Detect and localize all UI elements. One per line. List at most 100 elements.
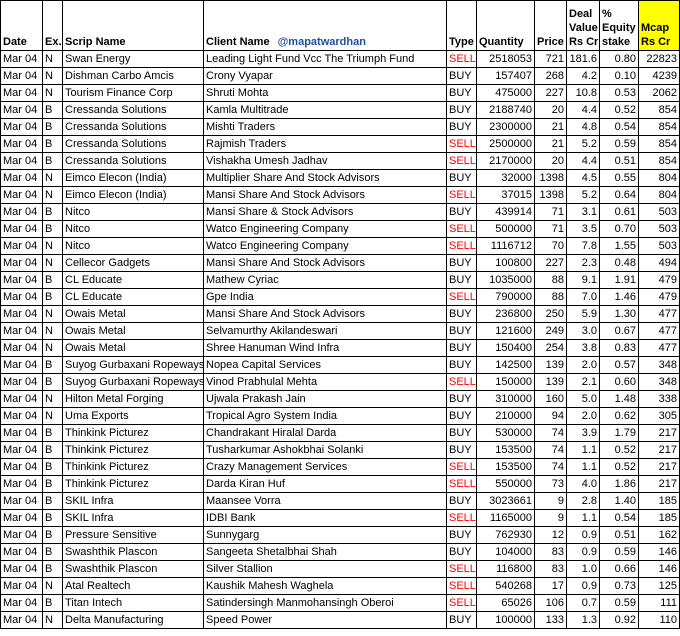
cell-equity-stake: 1.40 — [599, 492, 639, 510]
cell-client-name: Silver Stallion — [203, 560, 447, 578]
cell-price: 227 — [534, 254, 567, 272]
cell-mcap: 125 — [638, 577, 680, 595]
cell-exchange: B — [42, 492, 63, 510]
table-row: Mar 04 B Titan Intech Satindersingh Manmoha… — [0, 594, 680, 612]
table-row: Mar 04 N Delta Manufacturing Speed Power BUY… — [0, 611, 680, 629]
cell-client-name: Selvamurthy Akilandeswari — [203, 322, 447, 340]
cell-deal-value: 3.0 — [566, 322, 600, 340]
cell-type: SELL — [446, 186, 477, 204]
cell-client-name: Vishakha Umesh Jadhav — [203, 152, 447, 170]
cell-scrip-name: Atal Realtech — [62, 577, 204, 595]
cell-exchange: N — [42, 254, 63, 272]
cell-exchange: N — [42, 322, 63, 340]
header-equity-stake-line1: % — [602, 8, 612, 20]
cell-quantity: 2170000 — [476, 152, 535, 170]
cell-scrip-name: Cellecor Gadgets — [62, 254, 204, 272]
cell-scrip-name: CL Educate — [62, 271, 204, 289]
cell-deal-value: 1.3 — [566, 611, 600, 629]
cell-deal-value: 1.1 — [566, 441, 600, 459]
table-row: Mar 04 B Thinkink Picturez Tusharkumar Asho… — [0, 441, 680, 459]
cell-price: 21 — [534, 135, 567, 153]
cell-type: BUY — [446, 407, 477, 425]
cell-scrip-name: Eimco Elecon (India) — [62, 186, 204, 204]
cell-date: Mar 04 — [0, 152, 43, 170]
table-row: Mar 04 B Nitco Mansi Share & Stock Advisors… — [0, 203, 680, 221]
table-row: Mar 04 N Uma Exports Tropical Agro System I… — [0, 407, 680, 425]
cell-quantity: 210000 — [476, 407, 535, 425]
cell-quantity: 100800 — [476, 254, 535, 272]
cell-price: 133 — [534, 611, 567, 629]
cell-exchange: B — [42, 356, 63, 374]
table-row: Mar 04 N Eimco Elecon (India) Mansi Share A… — [0, 186, 680, 204]
cell-mcap: 348 — [638, 373, 680, 391]
table-row: Mar 04 N Owais Metal Selvamurthy Akilandesw… — [0, 322, 680, 340]
cell-type: BUY — [446, 526, 477, 544]
cell-quantity: 310000 — [476, 390, 535, 408]
cell-quantity: 790000 — [476, 288, 535, 306]
cell-equity-stake: 0.80 — [599, 50, 639, 68]
cell-date: Mar 04 — [0, 84, 43, 102]
cell-scrip-name: Thinkink Picturez — [62, 424, 204, 442]
cell-exchange: B — [42, 288, 63, 306]
table-row: Mar 04 B SKIL Infra IDBI Bank SELL 1165000 9 1.… — [0, 509, 680, 527]
cell-quantity: 32000 — [476, 169, 535, 187]
cell-equity-stake: 0.59 — [599, 135, 639, 153]
cell-client-name: Rajmish Traders — [203, 135, 447, 153]
cell-mcap: 185 — [638, 492, 680, 510]
cell-type: SELL — [446, 560, 477, 578]
cell-mcap: 854 — [638, 101, 680, 119]
header-deal-value: Deal Value Rs Cr — [566, 0, 600, 51]
cell-mcap: 146 — [638, 543, 680, 561]
header-quantity: Quantity — [476, 0, 535, 51]
cell-quantity: 1116712 — [476, 237, 535, 255]
cell-client-name: Sangeeta Shetalbhai Shah — [203, 543, 447, 561]
cell-price: 83 — [534, 560, 567, 578]
cell-deal-value: 9.1 — [566, 271, 600, 289]
header-price: Price — [534, 0, 567, 51]
cell-scrip-name: Owais Metal — [62, 339, 204, 357]
cell-type: BUY — [446, 322, 477, 340]
cell-client-name: Speed Power — [203, 611, 447, 629]
cell-scrip-name: Thinkink Picturez — [62, 441, 204, 459]
cell-scrip-name: Delta Manufacturing — [62, 611, 204, 629]
cell-equity-stake: 0.83 — [599, 339, 639, 357]
cell-client-name: Crazy Management Services — [203, 458, 447, 476]
cell-date: Mar 04 — [0, 543, 43, 561]
cell-quantity: 530000 — [476, 424, 535, 442]
cell-price: 9 — [534, 509, 567, 527]
cell-date: Mar 04 — [0, 305, 43, 323]
cell-deal-value: 7.8 — [566, 237, 600, 255]
header-date: Date — [0, 0, 43, 51]
cell-client-name: Mansi Share And Stock Advisors — [203, 305, 447, 323]
cell-client-name: Crony Vyapar — [203, 67, 447, 85]
cell-scrip-name: Titan Intech — [62, 594, 204, 612]
cell-deal-value: 1.1 — [566, 458, 600, 476]
cell-exchange: N — [42, 305, 63, 323]
cell-mcap: 348 — [638, 356, 680, 374]
cell-equity-stake: 0.53 — [599, 84, 639, 102]
cell-price: 1398 — [534, 169, 567, 187]
cell-deal-value: 0.9 — [566, 543, 600, 561]
bulk-deals-sheet: Date Ex. Scrip Name Client Name @mapatwar… — [0, 0, 680, 634]
cell-type: BUY — [446, 339, 477, 357]
cell-mcap: 22823 — [638, 50, 680, 68]
cell-price: 21 — [534, 118, 567, 136]
cell-exchange: B — [42, 475, 63, 493]
cell-mcap: 162 — [638, 526, 680, 544]
cell-deal-value: 5.2 — [566, 135, 600, 153]
table-row: Mar 04 B Cressanda Solutions Mishti Traders… — [0, 118, 680, 136]
table-row: Mar 04 N Swan Energy Leading Light Fund Vcc… — [0, 50, 680, 68]
cell-scrip-name: Cressanda Solutions — [62, 135, 204, 153]
cell-quantity: 150000 — [476, 373, 535, 391]
cell-type: SELL — [446, 509, 477, 527]
cell-exchange: N — [42, 611, 63, 629]
cell-price: 73 — [534, 475, 567, 493]
cell-quantity: 153500 — [476, 458, 535, 476]
cell-deal-value: 10.8 — [566, 84, 600, 102]
cell-equity-stake: 1.55 — [599, 237, 639, 255]
cell-price: 227 — [534, 84, 567, 102]
cell-mcap: 217 — [638, 424, 680, 442]
cell-exchange: B — [42, 441, 63, 459]
header-scrip-name: Scrip Name — [62, 0, 204, 51]
cell-deal-value: 1.1 — [566, 509, 600, 527]
